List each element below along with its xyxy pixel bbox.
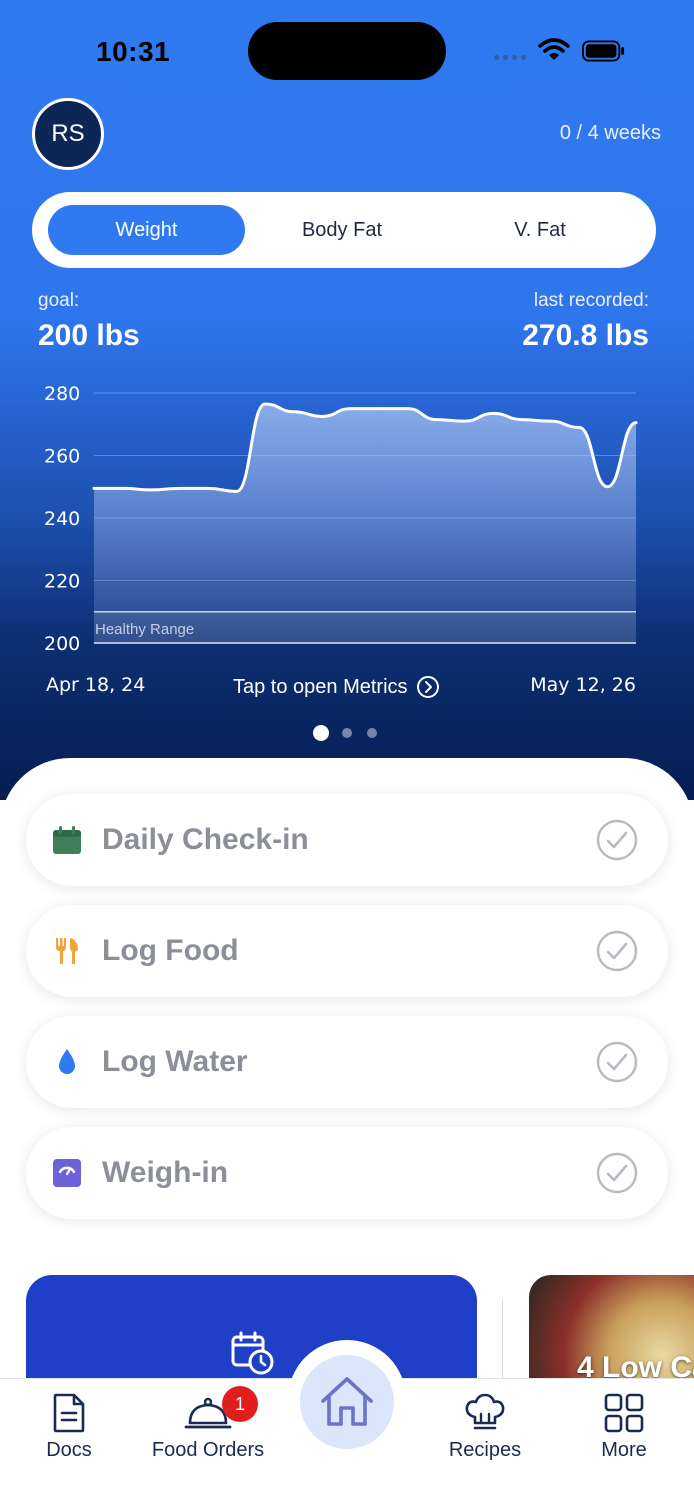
metric-segmented-control: Weight Body Fat V. Fat — [32, 192, 656, 268]
water-drop-icon — [59, 1049, 75, 1074]
task-label: Log Food — [102, 934, 239, 967]
page-dot-1[interactable] — [313, 725, 329, 741]
y-tick-label: 260 — [44, 446, 80, 468]
y-tick-label: 280 — [44, 383, 80, 405]
tab-weight[interactable]: Weight — [48, 205, 245, 255]
tab-docs[interactable]: Docs — [29, 1379, 109, 1510]
avatar[interactable]: RS — [32, 98, 104, 170]
weeks-progress: 0 / 4 weeks — [559, 122, 661, 144]
y-tick-label: 240 — [44, 508, 80, 530]
goal-value: 200 lbs — [38, 319, 140, 352]
page-dot-2[interactable] — [342, 728, 352, 738]
avatar-initials: RS — [51, 120, 85, 147]
y-tick-label: 220 — [44, 571, 80, 593]
tab-recipes[interactable]: Recipes — [440, 1379, 530, 1510]
chart-start-date: Apr 18, 24 — [46, 674, 146, 696]
tab-label: Recipes — [448, 1439, 522, 1461]
chart-end-date: May 12, 26 — [530, 674, 636, 696]
status-bar: 10:31 — [0, 0, 694, 90]
tab-label: Food Orders — [151, 1439, 265, 1461]
page-dot-3[interactable] — [367, 728, 377, 738]
task-daily-check-in[interactable]: Daily Check-in — [26, 794, 668, 886]
goal-label: goal: — [38, 290, 80, 311]
open-metrics-link[interactable]: Tap to open Metrics — [233, 675, 440, 699]
scale-icon — [53, 1159, 81, 1187]
cellular-signal-icon — [494, 55, 528, 61]
dynamic-island — [248, 22, 446, 80]
chef-hat-icon — [465, 1393, 505, 1430]
task-log-food[interactable]: Log Food — [26, 905, 668, 997]
weight-chart[interactable]: Healthy Range 280 260 240 220 200 — [0, 370, 694, 660]
card-divider — [502, 1300, 503, 1390]
calendar-icon — [53, 826, 81, 854]
check-circle-icon[interactable] — [596, 930, 638, 972]
task-label: Log Water — [102, 1045, 248, 1078]
tab-visceral-fat[interactable]: V. Fat — [440, 205, 640, 255]
chevron-right-circle-icon — [416, 676, 439, 698]
tab-label: Docs — [46, 1439, 92, 1461]
healthy-range-label: Healthy Range — [95, 621, 194, 638]
page-indicator[interactable] — [313, 725, 383, 741]
status-time: 10:31 — [96, 36, 171, 67]
task-label: Weigh-in — [102, 1156, 229, 1189]
task-weigh-in[interactable]: Weigh-in — [26, 1127, 668, 1219]
check-circle-icon[interactable] — [596, 819, 638, 861]
check-circle-icon[interactable] — [596, 1041, 638, 1083]
open-metrics-label: Tap to open Metrics — [233, 675, 408, 698]
last-recorded-value: 270.8 lbs — [522, 319, 649, 352]
tab-home[interactable] — [300, 1355, 394, 1449]
task-log-water[interactable]: Log Water — [26, 1016, 668, 1108]
check-circle-icon[interactable] — [596, 1152, 638, 1194]
fork-knife-icon — [56, 938, 78, 964]
tab-label: More — [601, 1439, 647, 1461]
document-icon — [53, 1393, 85, 1433]
weight-area — [94, 403, 636, 643]
wifi-icon — [538, 38, 570, 60]
food-orders-badge: 1 — [222, 1386, 258, 1422]
battery-icon — [582, 40, 625, 62]
tab-body-fat[interactable]: Body Fat — [242, 205, 442, 255]
home-icon — [321, 1377, 373, 1426]
tab-more[interactable]: More — [584, 1379, 664, 1510]
y-tick-label: 200 — [44, 633, 80, 655]
grid-icon — [604, 1393, 644, 1433]
calendar-clock-icon — [231, 1331, 274, 1375]
last-recorded-label: last recorded: — [533, 290, 649, 311]
task-label: Daily Check-in — [102, 823, 309, 856]
